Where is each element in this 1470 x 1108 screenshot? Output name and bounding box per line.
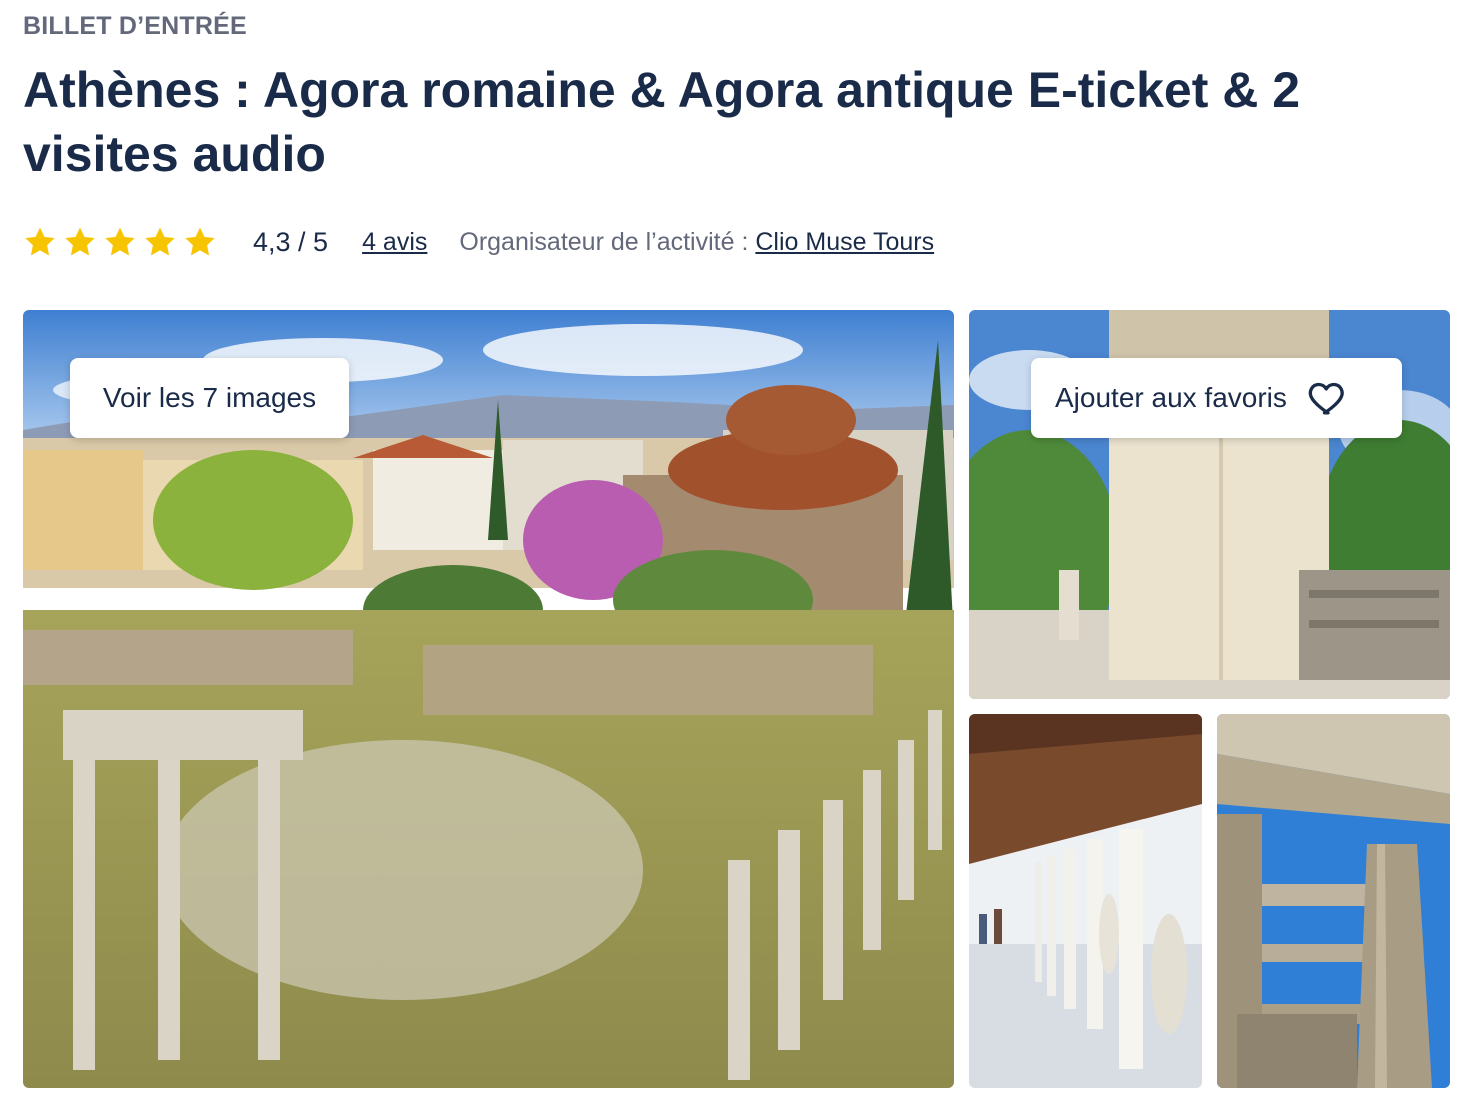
star-icon bbox=[145, 227, 175, 256]
rating-row: 4,3 / 5 4 avis Organisateur de l’activit… bbox=[23, 222, 934, 262]
star-icon bbox=[105, 227, 135, 256]
organizer-label: Organisateur de l’activité : bbox=[459, 227, 756, 256]
star-icon bbox=[25, 227, 55, 256]
temple-columns-image bbox=[1217, 714, 1450, 1088]
add-to-favorites-button[interactable]: Ajouter aux favoris bbox=[1031, 358, 1402, 438]
star-rating bbox=[23, 225, 217, 259]
stoa-colonnade-photo[interactable] bbox=[969, 714, 1202, 1088]
add-to-favorites-label: Ajouter aux favoris bbox=[1055, 382, 1287, 413]
star-icon bbox=[185, 227, 215, 256]
view-all-images-label: Voir les 7 images bbox=[102, 382, 317, 413]
heart-outline-icon bbox=[1308, 382, 1344, 415]
star-icon bbox=[65, 227, 95, 256]
ticket-type-label: BILLET D’ENTRÉE bbox=[23, 12, 247, 40]
rating-score: 4,3 / 5 bbox=[253, 226, 329, 257]
view-all-images-button[interactable]: Voir les 7 images bbox=[70, 358, 349, 438]
page-title: Athènes : Agora romaine & Agora antique … bbox=[23, 62, 1301, 182]
organizer-link[interactable]: Clio Muse Tours bbox=[755, 228, 934, 257]
temple-columns-photo[interactable] bbox=[1217, 714, 1450, 1088]
reviews-link[interactable]: 4 avis bbox=[362, 228, 427, 257]
stoa-colonnade-image bbox=[969, 714, 1202, 1088]
